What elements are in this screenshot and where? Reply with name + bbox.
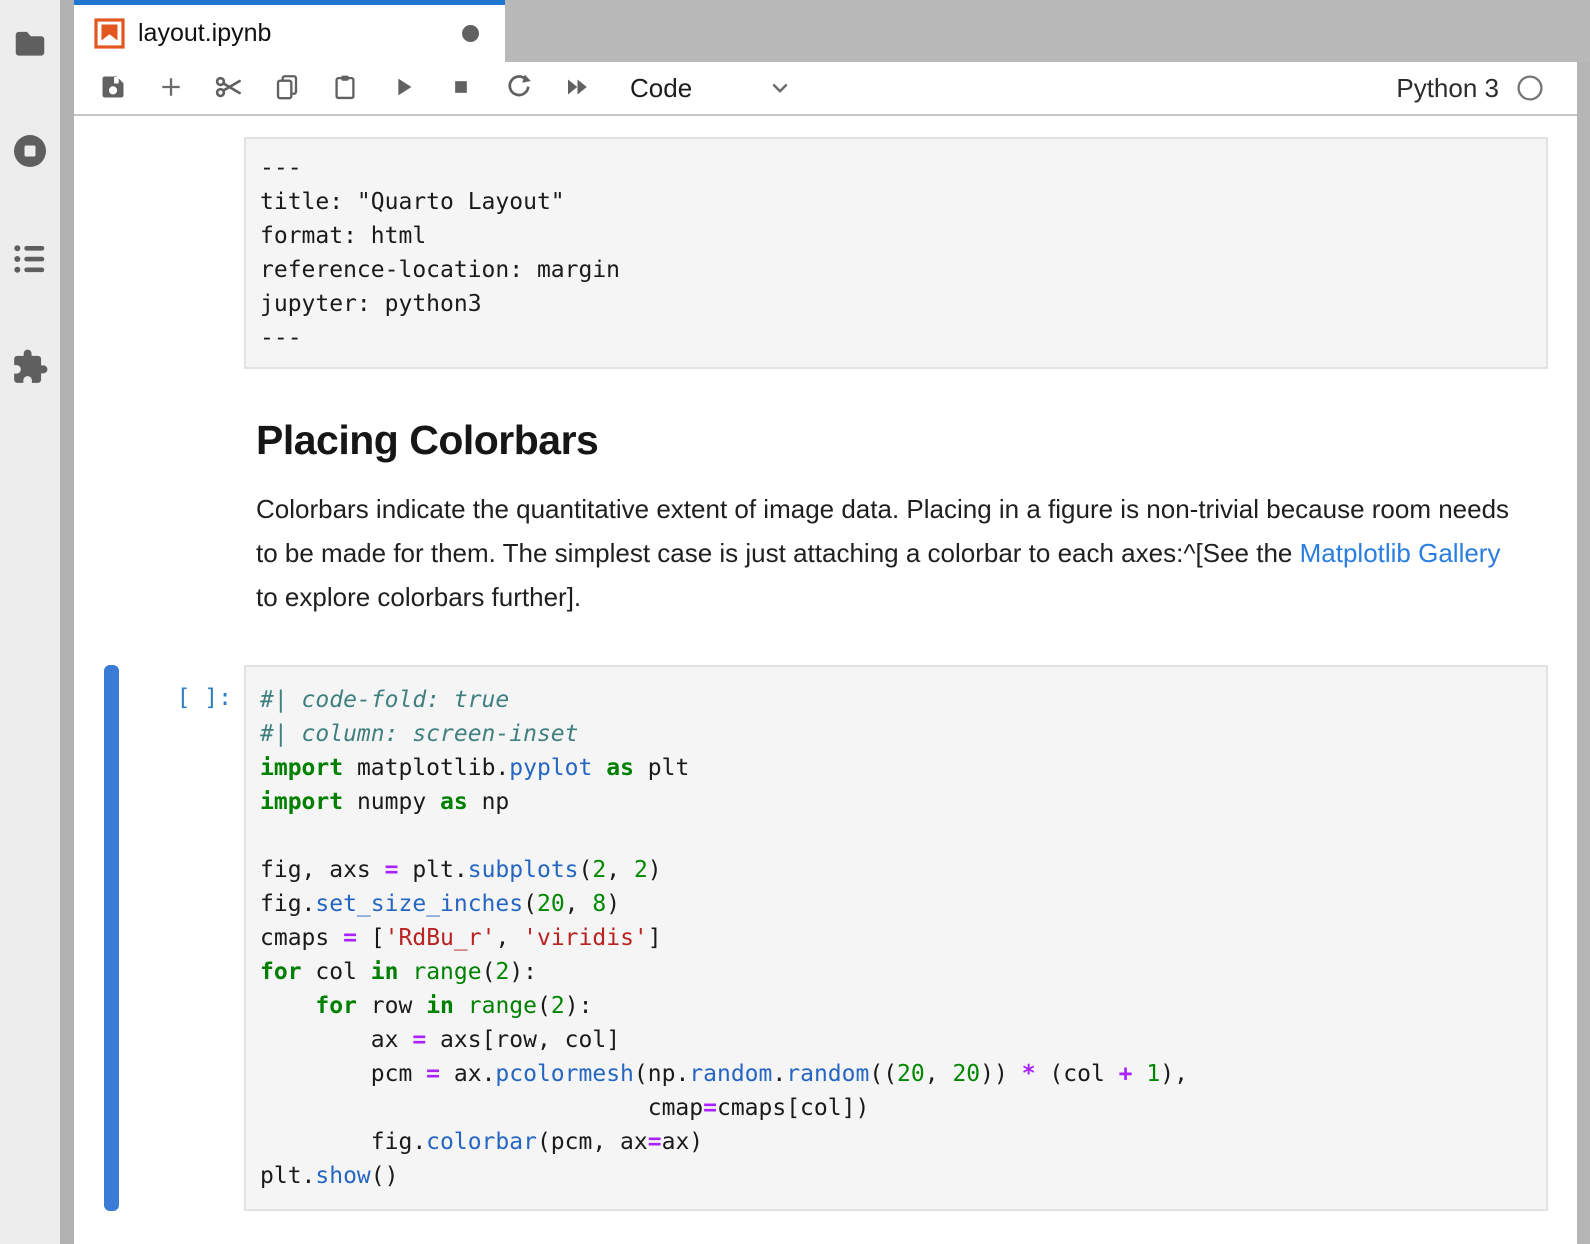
code-line: pcm = ax.pcolormesh(np.random.random((20…: [260, 1057, 1532, 1091]
paste-cells-button[interactable]: [328, 68, 362, 108]
restart-kernel-button[interactable]: [502, 68, 536, 108]
chevron-down-icon: [767, 75, 793, 101]
plus-icon: [157, 73, 185, 104]
fast-forward-icon: [562, 72, 592, 105]
code-line: fig, axs = plt.subplots(2, 2): [260, 853, 1532, 887]
code-line: import numpy as np: [260, 785, 1532, 819]
save-button[interactable]: [96, 68, 130, 108]
code-line: import matplotlib.pyplot as plt: [260, 751, 1532, 785]
notebook-icon: [94, 18, 125, 49]
restart-run-all-button[interactable]: [560, 68, 594, 108]
stop-circle-icon: [10, 131, 50, 171]
kernel-indicator[interactable]: Python 3: [1396, 73, 1544, 104]
save-icon: [99, 73, 127, 104]
run-cell-button[interactable]: [386, 68, 420, 108]
scrollbar-track[interactable]: [1577, 62, 1590, 1244]
tab-title: layout.ipynb: [138, 19, 271, 48]
code-cell-row: [ ]: #| code-fold: true#| column: screen…: [74, 665, 1590, 1211]
code-line: plt.show(): [260, 1159, 1532, 1193]
kernel-status-icon: [1516, 74, 1544, 102]
matplotlib-gallery-link[interactable]: Matplotlib Gallery: [1300, 538, 1501, 568]
kernel-name: Python 3: [1396, 73, 1499, 104]
cell-type-dropdown[interactable]: Code: [630, 73, 793, 104]
sidebar-item-running-sessions[interactable]: [11, 132, 49, 170]
code-cell[interactable]: #| code-fold: true#| column: screen-inse…: [244, 665, 1548, 1211]
restart-icon: [504, 72, 534, 105]
code-line: for col in range(2):: [260, 955, 1532, 989]
code-editor[interactable]: #| code-fold: true#| column: screen-inse…: [246, 667, 1546, 1209]
list-icon: [11, 240, 49, 278]
markdown-cell[interactable]: Placing Colorbars Colorbars indicate the…: [244, 369, 1548, 619]
activity-sidebar: [0, 0, 60, 1244]
interrupt-kernel-button[interactable]: [444, 68, 478, 108]
tab-layout-ipynb[interactable]: layout.ipynb: [74, 0, 505, 62]
notebook-panel: --- title: "Quarto Layout" format: html …: [74, 116, 1590, 1244]
puzzle-icon: [11, 348, 49, 386]
code-line: fig.colorbar(pcm, ax=ax): [260, 1125, 1532, 1159]
raw-cell-row: --- title: "Quarto Layout" format: html …: [74, 137, 1590, 369]
code-line: for row in range(2):: [260, 989, 1532, 1023]
tab-bar: layout.ipynb: [74, 0, 1590, 62]
scissors-icon: [214, 72, 244, 105]
raw-cell[interactable]: --- title: "Quarto Layout" format: html …: [244, 137, 1548, 369]
code-line: ax = axs[row, col]: [260, 1023, 1532, 1057]
cell-type-value: Code: [630, 73, 692, 104]
markdown-heading: Placing Colorbars: [256, 417, 1548, 463]
input-prompt: [ ]:: [177, 681, 232, 715]
code-line: cmaps = ['RdBu_r', 'viridis']: [260, 921, 1532, 955]
sidebar-item-file-browser[interactable]: [11, 24, 49, 62]
active-cell-collapser[interactable]: [104, 665, 119, 1211]
raw-cell-source[interactable]: --- title: "Quarto Layout" format: html …: [246, 139, 1546, 367]
folder-icon: [11, 24, 49, 62]
panel-splitter[interactable]: [60, 0, 74, 1244]
markdown-cell-row: Placing Colorbars Colorbars indicate the…: [74, 369, 1590, 619]
sidebar-item-extension-manager[interactable]: [11, 348, 49, 386]
insert-cell-button[interactable]: [154, 68, 188, 108]
jupyterlab-window: layout.ipynb: [0, 0, 1590, 1244]
modified-dot-icon: [462, 25, 479, 42]
code-line: #| column: screen-inset: [260, 717, 1532, 751]
markdown-cell-margin: [74, 369, 244, 619]
code-cell-margin: [ ]:: [74, 665, 244, 1211]
code-line: cmap=cmaps[col]): [260, 1091, 1532, 1125]
copy-cells-button[interactable]: [270, 68, 304, 108]
cut-cells-button[interactable]: [212, 68, 246, 108]
stop-icon: [447, 73, 475, 104]
raw-cell-margin: [74, 137, 244, 369]
code-line: fig.set_size_inches(20, 8): [260, 887, 1532, 921]
sidebar-item-table-of-contents[interactable]: [11, 240, 49, 278]
code-line: [260, 819, 1532, 853]
dock-panel: layout.ipynb: [74, 0, 1590, 1244]
paragraph-text: to explore colorbars further].: [256, 582, 581, 612]
code-line: #| code-fold: true: [260, 683, 1532, 717]
paste-icon: [331, 73, 359, 104]
markdown-paragraph: Colorbars indicate the quantitative exte…: [256, 487, 1528, 619]
copy-icon: [273, 73, 301, 104]
notebook-toolbar: Code Python 3: [74, 62, 1590, 116]
play-icon: [389, 73, 417, 104]
